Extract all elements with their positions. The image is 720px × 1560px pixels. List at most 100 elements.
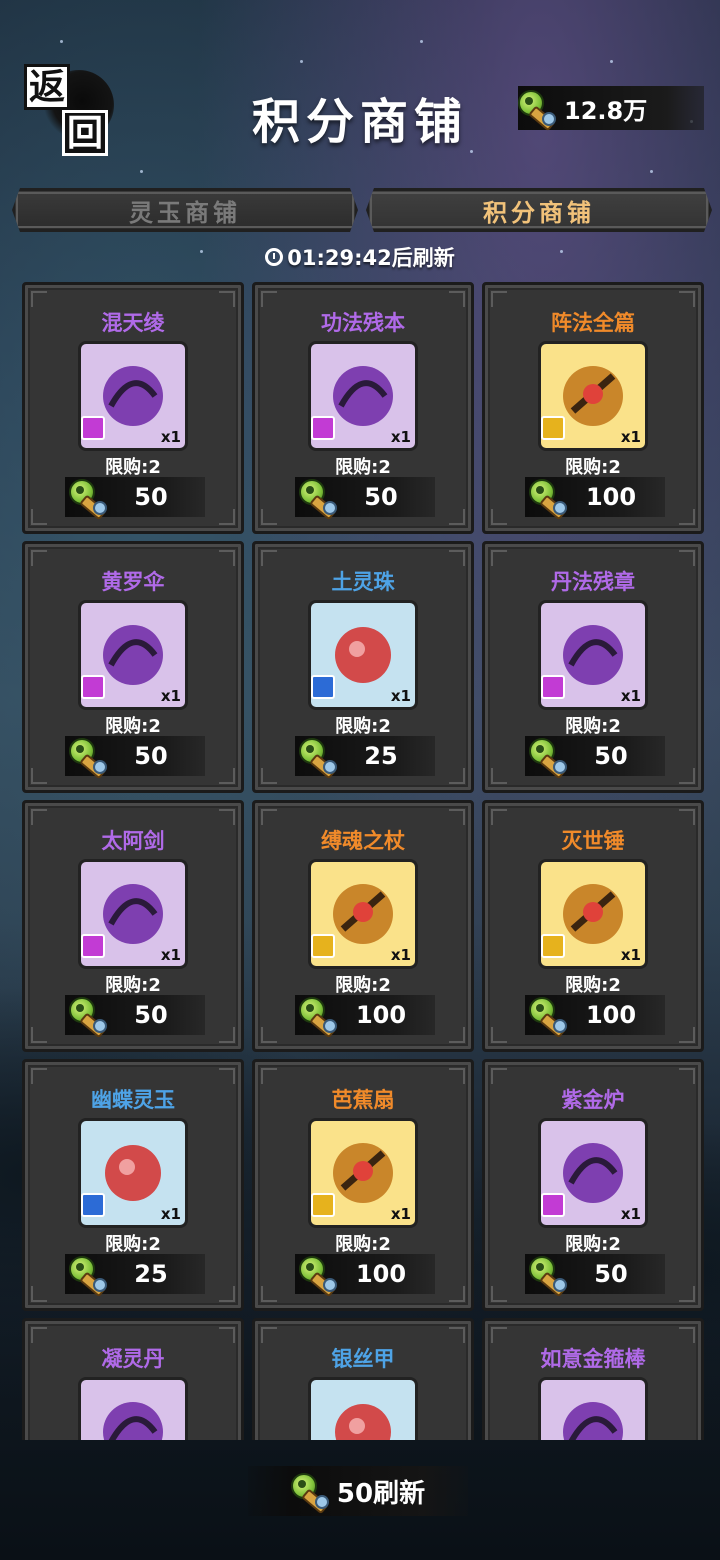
item-card[interactable]: 太阿剑 x1 限购:2 50 <box>22 800 244 1052</box>
item-quantity: x1 <box>620 687 641 705</box>
puzzle-piece-icon <box>81 934 105 958</box>
tab-points-shop[interactable]: 积分商铺 <box>366 188 712 232</box>
buy-button[interactable]: 50 <box>525 1254 665 1298</box>
item-icon-box[interactable] <box>78 1377 188 1440</box>
purchase-limit: 限购:2 <box>565 975 621 996</box>
puzzle-piece-icon <box>311 1193 335 1217</box>
item-card[interactable]: 凝灵丹 <box>22 1318 244 1440</box>
purchase-limit: 限购:2 <box>105 457 161 478</box>
item-quantity: x1 <box>160 946 181 964</box>
cauldron-icon <box>553 1133 633 1213</box>
points-balance: 12.8万 <box>518 86 704 132</box>
item-name: 如意金箍棒 <box>540 1347 646 1371</box>
refresh-button[interactable]: 50刷新 <box>248 1466 468 1516</box>
price-value: 100 <box>585 1001 637 1029</box>
buy-button[interactable]: 100 <box>295 995 435 1039</box>
item-name: 丹法残章 <box>551 570 635 594</box>
item-quantity: x1 <box>620 946 641 964</box>
umbrella-icon <box>93 615 173 695</box>
buy-button[interactable]: 100 <box>295 1254 435 1298</box>
timer-text: 01:29:42后刷新 <box>287 246 455 270</box>
item-icon-box[interactable]: x1 <box>308 859 418 969</box>
item-card[interactable]: 芭蕉扇 x1 限购:2 100 <box>252 1059 474 1311</box>
item-card[interactable]: 紫金炉 x1 限购:2 50 <box>482 1059 704 1311</box>
item-card[interactable]: 丹法残章 x1 限购:2 50 <box>482 541 704 793</box>
jade-key-icon <box>299 479 337 521</box>
soul-staff-icon <box>323 874 403 954</box>
star-decoration <box>300 60 303 63</box>
buy-button[interactable]: 50 <box>65 995 205 1039</box>
purchase-limit: 限购:2 <box>565 1234 621 1255</box>
price-value: 100 <box>585 483 637 511</box>
price-value: 25 <box>134 1260 168 1288</box>
price-value: 50 <box>364 483 398 511</box>
item-icon-box[interactable] <box>308 1377 418 1440</box>
item-icon-box[interactable] <box>538 1377 648 1440</box>
item-card[interactable]: 黄罗伞 x1 限购:2 50 <box>22 541 244 793</box>
item-quantity: x1 <box>620 428 641 446</box>
item-name: 凝灵丹 <box>101 1347 165 1371</box>
item-card[interactable]: 混天绫 x1 限购:2 50 <box>22 282 244 534</box>
puzzle-piece-icon <box>541 934 565 958</box>
book-fragment-icon <box>323 356 403 436</box>
item-quantity: x1 <box>390 946 411 964</box>
buy-button[interactable]: 50 <box>295 477 435 521</box>
item-icon-box[interactable]: x1 <box>308 1118 418 1228</box>
jade-key-icon <box>69 479 107 521</box>
buy-button[interactable]: 25 <box>295 736 435 780</box>
item-icon-box[interactable]: x1 <box>538 1118 648 1228</box>
star-decoration <box>420 40 423 43</box>
item-card[interactable]: 银丝甲 <box>252 1318 474 1440</box>
jade-key-icon <box>69 1256 107 1298</box>
item-icon-box[interactable]: x1 <box>538 600 648 710</box>
item-quantity: x1 <box>160 1205 181 1223</box>
price-value: 50 <box>134 483 168 511</box>
item-icon-box[interactable]: x1 <box>538 859 648 969</box>
jade-key-icon <box>69 997 107 1039</box>
item-icon-box[interactable]: x1 <box>308 600 418 710</box>
item-card[interactable]: 土灵珠 x1 限购:2 25 <box>252 541 474 793</box>
item-icon-box[interactable]: x1 <box>78 859 188 969</box>
item-grid[interactable]: 混天绫 x1 限购:2 50 功法残本 x1 限购:2 50 阵法全篇 x1 限… <box>0 280 720 1440</box>
item-quantity: x1 <box>390 428 411 446</box>
item-card[interactable]: 幽蝶灵玉 x1 限购:2 25 <box>22 1059 244 1311</box>
buy-button[interactable]: 50 <box>525 736 665 780</box>
price-value: 50 <box>134 1001 168 1029</box>
buy-button[interactable]: 100 <box>525 995 665 1039</box>
silk-armor-icon <box>323 1392 403 1440</box>
item-icon-box[interactable]: x1 <box>78 341 188 451</box>
jade-key-icon <box>518 90 556 132</box>
item-icon-box[interactable]: x1 <box>78 1118 188 1228</box>
item-card[interactable]: 阵法全篇 x1 限购:2 100 <box>482 282 704 534</box>
alchemy-book-icon <box>553 615 633 695</box>
purchase-limit: 限购:2 <box>565 716 621 737</box>
buy-button[interactable]: 25 <box>65 1254 205 1298</box>
jade-key-icon <box>529 738 567 780</box>
item-name: 银丝甲 <box>331 1347 395 1371</box>
item-name: 幽蝶灵玉 <box>91 1088 175 1112</box>
golden-staff-icon <box>553 1392 633 1440</box>
tab-jade-shop[interactable]: 灵玉商铺 <box>12 188 358 232</box>
item-card[interactable]: 功法残本 x1 限购:2 50 <box>252 282 474 534</box>
item-icon-box[interactable]: x1 <box>78 600 188 710</box>
puzzle-piece-icon <box>81 416 105 440</box>
refresh-timer: 01:29:42后刷新 <box>0 242 720 272</box>
price-value: 50 <box>594 742 628 770</box>
puzzle-piece-icon <box>541 1193 565 1217</box>
buy-button[interactable]: 50 <box>65 736 205 780</box>
butterfly-jade-icon <box>93 1133 173 1213</box>
item-icon-box[interactable]: x1 <box>308 341 418 451</box>
red-ribbon-icon <box>93 356 173 436</box>
item-name: 缚魂之杖 <box>321 829 405 853</box>
purchase-limit: 限购:2 <box>335 1234 391 1255</box>
item-card[interactable]: 缚魂之杖 x1 限购:2 100 <box>252 800 474 1052</box>
purchase-limit: 限购:2 <box>335 457 391 478</box>
buy-button[interactable]: 100 <box>525 477 665 521</box>
puzzle-piece-icon <box>311 416 335 440</box>
axe-hammer-icon <box>553 874 633 954</box>
item-card[interactable]: 灭世锤 x1 限购:2 100 <box>482 800 704 1052</box>
item-icon-box[interactable]: x1 <box>538 341 648 451</box>
buy-button[interactable]: 50 <box>65 477 205 521</box>
item-card[interactable]: 如意金箍棒 <box>482 1318 704 1440</box>
clock-icon <box>265 248 284 266</box>
